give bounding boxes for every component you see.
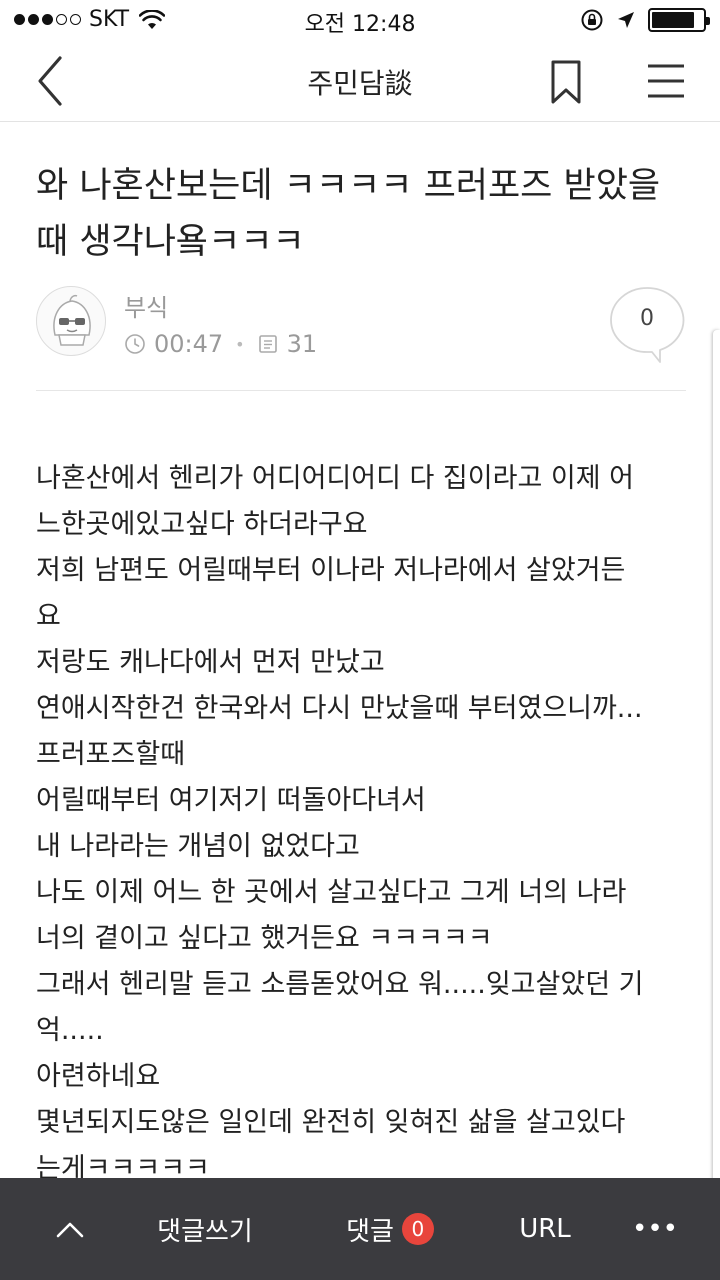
post-meta: 00:47 • 31 bbox=[124, 330, 317, 358]
status-bar: SKT 오전 12:48 bbox=[0, 0, 720, 40]
body-line: 느한곳에있고싶다 하더라구요 bbox=[36, 509, 368, 540]
bottom-toolbar: 댓글쓰기 댓글 0 URL ••• bbox=[0, 1178, 720, 1280]
body-line: 요 bbox=[36, 601, 61, 632]
post-body: 나혼산에서 헨리가 어디어디어디 다 집이라고 이제 어 느한곳에있고싶다 하더… bbox=[36, 456, 686, 1192]
chevron-up-icon bbox=[56, 1222, 84, 1238]
back-button[interactable] bbox=[30, 54, 74, 108]
write-comment-button[interactable]: 댓글쓰기 bbox=[140, 1178, 270, 1280]
avatar-character-icon bbox=[53, 294, 91, 346]
post-time: 00:47 bbox=[154, 330, 224, 358]
menu-button[interactable] bbox=[644, 60, 688, 102]
avatar[interactable] bbox=[36, 286, 106, 356]
body-line: 연애시작한건 한국와서 다시 만났을때 부터였으니까... bbox=[36, 693, 643, 724]
chevron-left-icon bbox=[38, 56, 62, 106]
clock-icon bbox=[125, 334, 145, 354]
bookmark-icon bbox=[551, 60, 581, 104]
comments-label: 댓글 bbox=[346, 1216, 394, 1247]
status-right bbox=[580, 8, 710, 32]
url-button[interactable]: URL bbox=[500, 1178, 590, 1280]
document-icon bbox=[258, 335, 277, 353]
top-navigation: 주민담談 bbox=[0, 40, 720, 122]
post-title: 와 나혼산보는데 ㅋㅋㅋㅋ 프러포즈 받았을 때 생각나욬ㅋㅋㅋ bbox=[36, 166, 661, 262]
comments-badge: 0 bbox=[401, 1213, 434, 1245]
body-line: 나도 이제 어느 한 곳에서 살고싶다고 그게 너의 나라 bbox=[36, 877, 627, 908]
author-name[interactable]: 부식 bbox=[124, 288, 168, 323]
edge-panel-handle[interactable] bbox=[713, 330, 720, 1280]
comments-button[interactable]: 댓글 0 bbox=[330, 1178, 450, 1280]
comment-count-button[interactable]: 0 bbox=[608, 286, 686, 366]
author-row: 부식 00:47 • 31 0 bbox=[36, 286, 686, 366]
body-line: 아련하네요 bbox=[36, 1061, 161, 1092]
rotation-lock-icon bbox=[581, 9, 603, 31]
body-line: 저희 남편도 어릴때부터 이나라 저나라에서 살았거든 bbox=[36, 555, 626, 586]
body-line: 어릴때부터 여기저기 떠돌아다녀서 bbox=[36, 785, 426, 816]
body-line: 나혼산에서 헨리가 어디어디어디 다 집이라고 이제 어 bbox=[36, 463, 634, 494]
page-title: 주민담談 bbox=[307, 67, 413, 100]
body-line: 몇년되지도않은 일인데 완전히 잊혀진 삶을 살고있다 bbox=[36, 1107, 626, 1138]
meta-separator: • bbox=[235, 334, 245, 354]
bookmark-button[interactable] bbox=[546, 58, 586, 106]
more-button[interactable]: ••• bbox=[610, 1178, 700, 1280]
body-line: 그래서 헨리말 듣고 소름돋았어요 워.....잊고살았던 기 bbox=[36, 969, 644, 1000]
divider bbox=[36, 390, 686, 391]
body-line: 억..... bbox=[36, 1015, 104, 1046]
hamburger-menu-icon bbox=[648, 64, 684, 98]
body-line: 저랑도 캐나다에서 먼저 만났고 bbox=[36, 647, 385, 678]
scroll-top-button[interactable] bbox=[30, 1178, 110, 1280]
battery-icon bbox=[648, 8, 710, 32]
location-arrow-icon bbox=[618, 12, 634, 28]
body-line: 프러포즈할때 bbox=[36, 739, 186, 770]
view-count: 31 bbox=[286, 330, 318, 358]
body-line: 너의 곁이고 싶다고 했거든요 ㅋㅋㅋㅋㅋ bbox=[36, 923, 493, 954]
body-line: 내 나라라는 개념이 없었다고 bbox=[36, 831, 360, 862]
screen: SKT 오전 12:48 주민담談 와 나혼산보는데 ㅋㅋㅋㅋ 프러포즈 받았을… bbox=[0, 0, 720, 1280]
comment-count: 0 bbox=[640, 306, 654, 331]
